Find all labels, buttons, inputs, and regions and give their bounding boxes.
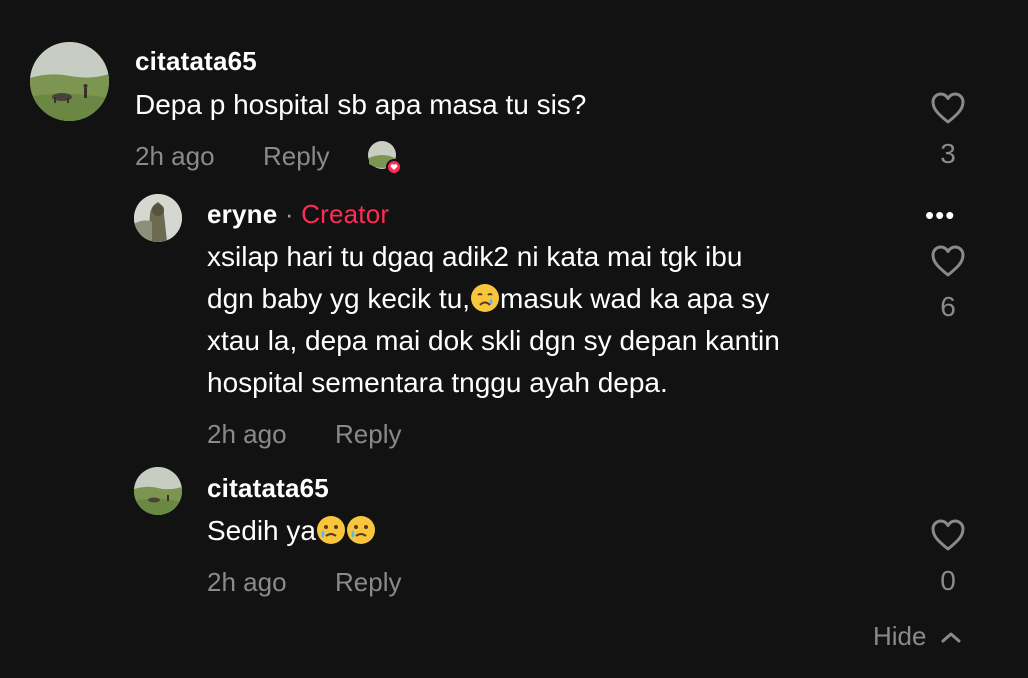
reply-username[interactable]: citatata65 [207,473,329,504]
reply-text-line: dgn baby yg kecik tu, masuk wad ka apa sy [207,283,770,314]
like-count: 3 [940,138,956,169]
reply-timestamp: 2h ago [207,419,287,449]
like-count: 0 [940,565,956,596]
reply-text: xsilap hari tu dgaq adik2 ni kata mai tg… [207,236,907,404]
chevron-up-icon [941,632,961,642]
more-options-icon[interactable]: ••• [925,200,955,231]
avatar-image [134,194,182,242]
hide-label: Hide [873,621,927,651]
reply-button[interactable]: Reply [263,141,329,172]
comment-username[interactable]: citatata65 [135,46,257,77]
avatar[interactable] [134,467,182,515]
avatar[interactable] [30,42,109,121]
reply-username[interactable]: eryne · Creator [207,199,389,230]
like-count: 6 [940,291,956,322]
heart-outline-icon[interactable] [930,91,966,125]
separator-dot: · [284,199,294,229]
tearful-smile-emoji [316,516,345,544]
reply-button[interactable]: Reply [335,419,401,450]
heart-outline-icon[interactable] [930,244,966,278]
reply-text-line: hospital sementara tnggu ayah depa. [207,367,668,398]
comment-text: Depa p hospital sb apa masa tu sis? [135,89,587,120]
username-text[interactable]: eryne [207,199,277,229]
avatar-image [30,42,109,121]
reply-text-line: xsilap hari tu dgaq adik2 ni kata mai tg… [207,241,743,272]
reply-timestamp: 2h ago [207,567,287,597]
reply-button[interactable]: Reply [335,567,401,598]
tearful-smile-emoji [346,516,375,544]
reply-text: Sedih ya [207,510,376,552]
creator-badge: Creator [301,199,390,229]
creator-liked-badge [367,140,402,175]
comment-timestamp: 2h ago [135,141,215,171]
hide-replies-button[interactable]: Hide [873,621,962,652]
crying-face-emoji [471,284,500,312]
reply-text-line: xtau la, depa mai dok skli dgn sy depan … [207,325,780,356]
heart-outline-icon[interactable] [930,518,966,552]
avatar[interactable] [134,194,182,242]
avatar-image [134,467,182,515]
